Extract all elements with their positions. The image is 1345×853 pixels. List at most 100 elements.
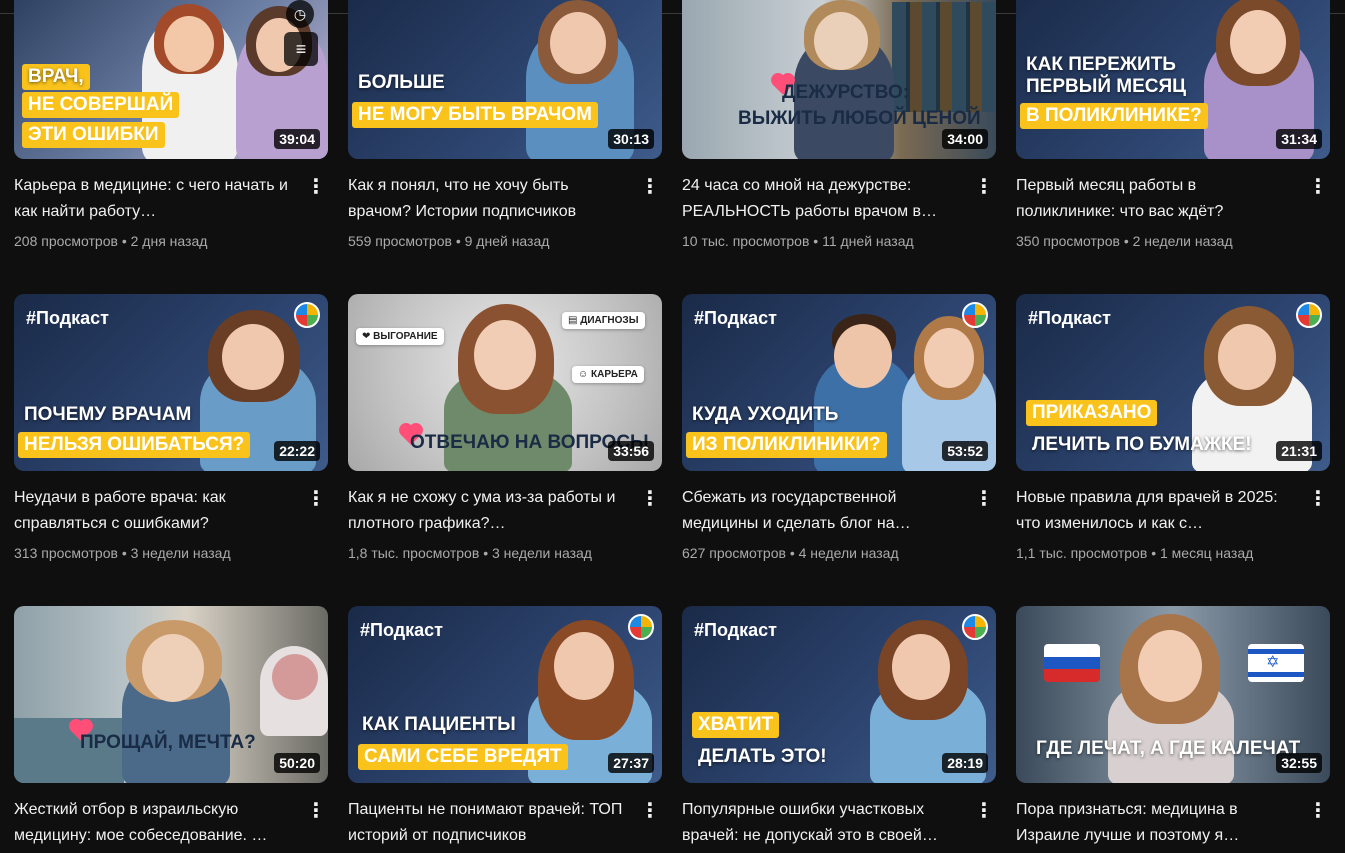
video-title[interactable]: Жесткий отбор в израильскую медицину: мо… [14, 797, 294, 849]
video-duration: 33:56 [608, 441, 654, 461]
thumbnail-caption: НЕ МОГУ БЫТЬ ВРАЧОМ [352, 102, 598, 128]
video-thumbnail[interactable]: ПРОЩАЙ, МЕЧТА? 50:20 [14, 606, 328, 783]
video-metadata: 350 просмотров • 2 недели назад [1016, 233, 1233, 249]
video-title[interactable]: Пора признаться: медицина в Израиле лучш… [1016, 797, 1296, 849]
video-metadata: 10 тыс. просмотров • 11 дней назад [682, 233, 914, 249]
video-thumbnail[interactable]: #Подкаст ХВАТИТ ДЕЛАТЬ ЭТО! 28:19 [682, 606, 996, 783]
video-thumbnail[interactable]: ❤ ВЫГОРАНИЕ ▤ ДИАГНОЗЫ ☺ КАРЬЕРА ОТВЕЧАЮ… [348, 294, 662, 471]
thumbnail-caption: ЛЕЧИТЬ ПО БУМАЖКЕ! [1032, 434, 1252, 455]
more-vert-icon[interactable]: ⋮ [1306, 488, 1330, 512]
view-count: 1,1 тыс. просмотров [1016, 545, 1148, 561]
watch-later-icon[interactable]: ◷ [286, 0, 314, 28]
podcast-tag: #Подкаст [26, 308, 109, 328]
video-title[interactable]: Первый месяц работы в поликлинике: что в… [1016, 173, 1296, 225]
more-vert-icon[interactable]: ⋮ [304, 488, 328, 512]
brain-logo-icon [628, 614, 654, 640]
thumbnail-caption: ДЕЛАТЬ ЭТО! [698, 746, 827, 767]
more-vert-icon[interactable]: ⋮ [638, 800, 662, 824]
thumbnail-caption: В ПОЛИКЛИНИКЕ? [1020, 103, 1208, 129]
russia-flag-icon [1044, 644, 1100, 682]
upload-age: 2 недели назад [1132, 233, 1233, 249]
more-vert-icon[interactable]: ⋮ [972, 176, 996, 200]
thumbnail-caption: ДЕЖУРСТВО: [782, 82, 910, 103]
thumbnail-caption: ГДЕ ЛЕЧАТ, А ГДЕ КАЛЕЧАТ [1036, 738, 1301, 759]
upload-age: 2 дня назад [130, 233, 208, 249]
video-metadata: 1,8 тыс. просмотров • 3 недели назад [348, 545, 592, 561]
view-count: 10 тыс. просмотров [682, 233, 810, 249]
upload-age: 3 недели назад [130, 545, 231, 561]
video-duration: 32:55 [1276, 753, 1322, 773]
video-thumbnail[interactable]: ДЕЖУРСТВО: ВЫЖИТЬ ЛЮБОЙ ЦЕНОЙ 34:00 [682, 0, 996, 159]
video-title[interactable]: Как я понял, что не хочу быть врачом? Ис… [348, 173, 628, 225]
thumbnail-caption: НЕЛЬЗЯ ОШИБАТЬСЯ? [18, 432, 251, 458]
video-duration: 31:34 [1276, 129, 1322, 149]
video-duration: 28:19 [942, 753, 988, 773]
video-title[interactable]: Карьера в медицине: с чего начать и как … [14, 173, 294, 225]
brain-logo-icon [1296, 302, 1322, 328]
video-title[interactable]: Сбежать из государственной медицины и сд… [682, 485, 962, 537]
more-vert-icon[interactable]: ⋮ [304, 176, 328, 200]
video-duration: 22:22 [274, 441, 320, 461]
video-title[interactable]: Новые правила для врачей в 2025: что изм… [1016, 485, 1296, 537]
meta-separator: • [121, 545, 127, 561]
video-thumbnail[interactable]: #Подкаст КУДА УХОДИТЬ ИЗ ПОЛИКЛИНИКИ? 53… [682, 294, 996, 471]
upload-age: 9 дней назад [464, 233, 550, 249]
video-title[interactable]: Неудачи в работе врача: как справляться … [14, 485, 294, 537]
view-count: 208 просмотров [14, 233, 118, 249]
podcast-tag: #Подкаст [694, 308, 777, 328]
topic-chip: ▤ ДИАГНОЗЫ [562, 312, 645, 329]
upload-age: 3 недели назад [491, 545, 592, 561]
podcast-tag: #Подкаст [694, 620, 777, 640]
video-metadata: 627 просмотров • 4 недели назад [682, 545, 899, 561]
video-thumbnail[interactable]: КАК ПЕРЕЖИТЬ ПЕРВЫЙ МЕСЯЦ В ПОЛИКЛИНИКЕ?… [1016, 0, 1330, 159]
more-vert-icon[interactable]: ⋮ [1306, 176, 1330, 200]
more-vert-icon[interactable]: ⋮ [972, 488, 996, 512]
video-metadata: 208 просмотров • 2 дня назад [14, 233, 207, 249]
add-to-queue-icon[interactable]: ≡ [284, 32, 318, 66]
thumbnail-caption: БОЛЬШЕ [358, 72, 445, 93]
thumbnail-caption: КАК ПАЦИЕНТЫ [362, 714, 516, 735]
podcast-tag: #Подкаст [360, 620, 443, 640]
video-duration: 39:04 [274, 129, 320, 149]
thumbnail-caption: НЕ СОВЕРШАЙ [22, 92, 180, 118]
podcast-tag: #Подкаст [1028, 308, 1111, 328]
video-title[interactable]: Как я не схожу с ума из-за работы и плот… [348, 485, 628, 537]
topic-chip: ❤ ВЫГОРАНИЕ [356, 328, 444, 345]
video-thumbnail[interactable]: ВРАЧ, НЕ СОВЕРШАЙ ЭТИ ОШИБКИ ◷ ≡ 39:04 [14, 0, 328, 159]
meta-separator: • [483, 545, 489, 561]
video-duration: 27:37 [608, 753, 654, 773]
video-duration: 34:00 [942, 129, 988, 149]
meta-separator: • [1151, 545, 1157, 561]
thumbnail-caption: ПЕРВЫЙ МЕСЯЦ [1026, 76, 1187, 97]
view-count: 627 просмотров [682, 545, 786, 561]
video-title[interactable]: 24 часа со мной на дежурстве: РЕАЛЬНОСТЬ… [682, 173, 962, 225]
meta-separator: • [789, 545, 795, 561]
thumbnail-caption: КУДА УХОДИТЬ [692, 404, 839, 425]
thumbnail-caption: ХВАТИТ [692, 712, 780, 738]
video-metadata: 559 просмотров • 9 дней назад [348, 233, 549, 249]
video-thumbnail[interactable]: #Подкаст ПРИКАЗАНО ЛЕЧИТЬ ПО БУМАЖКЕ! 21… [1016, 294, 1330, 471]
more-vert-icon[interactable]: ⋮ [972, 800, 996, 824]
video-thumbnail[interactable]: #Подкаст КАК ПАЦИЕНТЫ САМИ СЕБЕ ВРЕДЯТ 2… [348, 606, 662, 783]
video-thumbnail[interactable]: БОЛЬШЕ НЕ МОГУ БЫТЬ ВРАЧОМ 30:13 [348, 0, 662, 159]
topic-chip: ☺ КАРЬЕРА [572, 366, 644, 383]
brain-logo-icon [962, 302, 988, 328]
more-vert-icon[interactable]: ⋮ [638, 176, 662, 200]
thumbnail-caption: ИЗ ПОЛИКЛИНИКИ? [686, 432, 887, 458]
view-count: 350 просмотров [1016, 233, 1120, 249]
meta-separator: • [455, 233, 461, 249]
more-vert-icon[interactable]: ⋮ [638, 488, 662, 512]
brain-logo-icon [294, 302, 320, 328]
video-metadata: 313 просмотров • 3 недели назад [14, 545, 231, 561]
video-title[interactable]: Пациенты не понимают врачей: ТОП историй… [348, 797, 628, 849]
thumbnail-caption: ПРОЩАЙ, МЕЧТА? [80, 732, 256, 753]
more-vert-icon[interactable]: ⋮ [304, 800, 328, 824]
more-vert-icon[interactable]: ⋮ [1306, 800, 1330, 824]
video-thumbnail[interactable]: ✡ ГДЕ ЛЕЧАТ, А ГДЕ КАЛЕЧАТ 32:55 [1016, 606, 1330, 783]
video-thumbnail[interactable]: #Подкаст ПОЧЕМУ ВРАЧАМ НЕЛЬЗЯ ОШИБАТЬСЯ?… [14, 294, 328, 471]
view-count: 559 просмотров [348, 233, 452, 249]
video-title[interactable]: Популярные ошибки участковых врачей: не … [682, 797, 962, 849]
meta-separator: • [121, 233, 127, 249]
israel-flag-icon: ✡ [1248, 644, 1304, 682]
meta-separator: • [1123, 233, 1129, 249]
